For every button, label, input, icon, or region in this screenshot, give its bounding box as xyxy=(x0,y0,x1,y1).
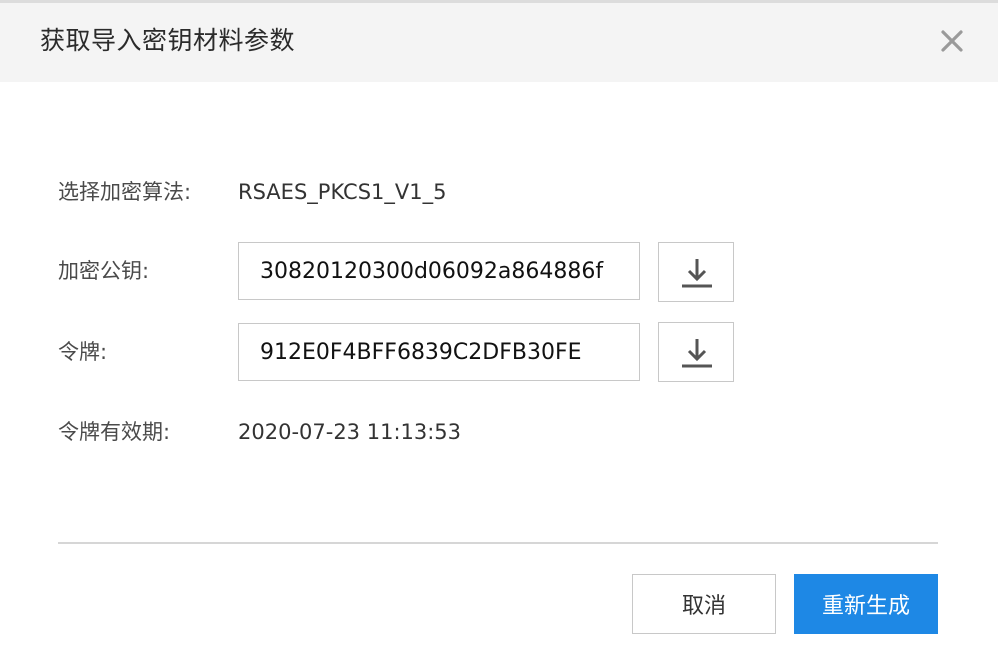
token-expiry-value: 2020-07-23 11:13:53 xyxy=(238,420,462,444)
dialog-header: 获取导入密钥材料参数 xyxy=(0,0,998,82)
download-public-key-button[interactable] xyxy=(658,242,734,302)
token-input[interactable] xyxy=(239,324,639,380)
import-key-material-dialog: 获取导入密钥材料参数 选择加密算法: RSAES_PKCS1_V1_5 加密公钥… xyxy=(0,0,998,660)
dialog-title: 获取导入密钥材料参数 xyxy=(40,26,296,55)
token-field[interactable] xyxy=(238,323,640,381)
footer-divider xyxy=(58,542,938,544)
download-token-button[interactable] xyxy=(658,322,734,382)
download-icon xyxy=(682,259,712,288)
regenerate-button[interactable]: 重新生成 xyxy=(794,574,938,634)
token-label: 令牌: xyxy=(58,340,108,364)
cancel-button[interactable]: 取消 xyxy=(632,574,776,634)
public-key-field[interactable] xyxy=(238,242,640,300)
token-expiry-label: 令牌有效期: xyxy=(58,420,171,444)
algorithm-value: RSAES_PKCS1_V1_5 xyxy=(238,180,447,204)
download-icon xyxy=(682,339,712,368)
algorithm-label: 选择加密算法: xyxy=(58,180,192,204)
public-key-input[interactable] xyxy=(239,243,639,299)
public-key-label: 加密公钥: xyxy=(58,259,150,283)
background-strip xyxy=(0,0,998,3)
close-button[interactable] xyxy=(938,27,966,55)
close-icon xyxy=(941,30,963,52)
